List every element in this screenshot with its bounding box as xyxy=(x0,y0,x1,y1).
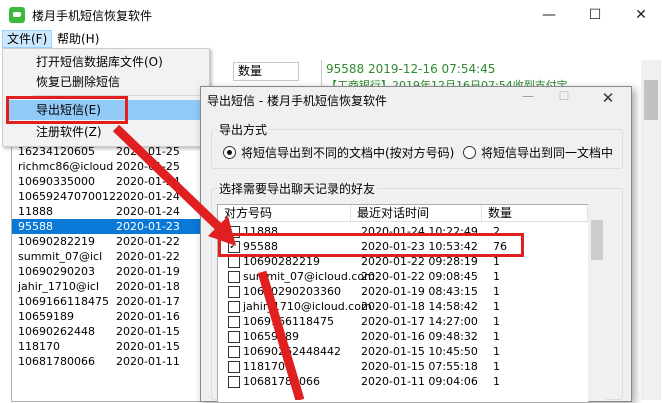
arrow-down xyxy=(257,270,305,400)
annotation-arrows xyxy=(112,124,305,400)
arrow-to-dialog xyxy=(112,124,236,246)
